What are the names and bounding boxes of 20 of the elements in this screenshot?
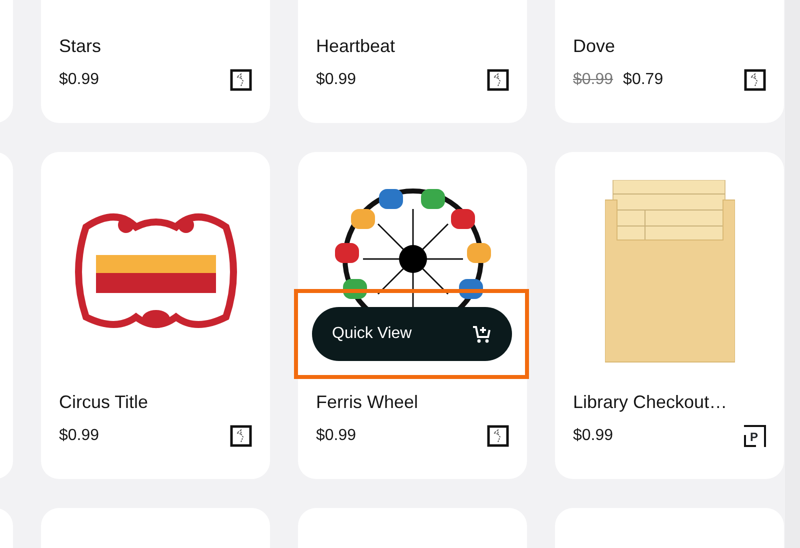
framed-drawing-icon — [230, 425, 252, 447]
product-title[interactable]: Circus Title — [59, 390, 252, 414]
product-title[interactable]: Library Checkout… — [573, 390, 766, 414]
product-price: $0.99 — [316, 70, 356, 90]
framed-drawing-icon — [487, 69, 509, 91]
product-price: $0.99 — [573, 426, 614, 446]
framed-drawing-icon — [744, 69, 766, 91]
quick-view-button[interactable]: Quick View — [312, 307, 512, 361]
product-title[interactable]: Stars — [59, 34, 252, 58]
product-price: $0.99 — [316, 426, 356, 446]
framed-drawing-icon — [230, 69, 252, 91]
original-price: $0.99 — [573, 70, 614, 90]
product-price: $0.99 — [59, 426, 100, 446]
product-title[interactable]: Heartbeat — [316, 34, 509, 58]
product-title[interactable]: Ferris Wheel — [316, 390, 509, 414]
framed-drawing-icon — [487, 425, 509, 447]
add-to-cart-icon — [472, 324, 492, 344]
product-title[interactable]: Dove — [573, 34, 766, 58]
product-price: $0.79 — [623, 70, 664, 90]
product-price: $0.99 — [59, 70, 100, 90]
